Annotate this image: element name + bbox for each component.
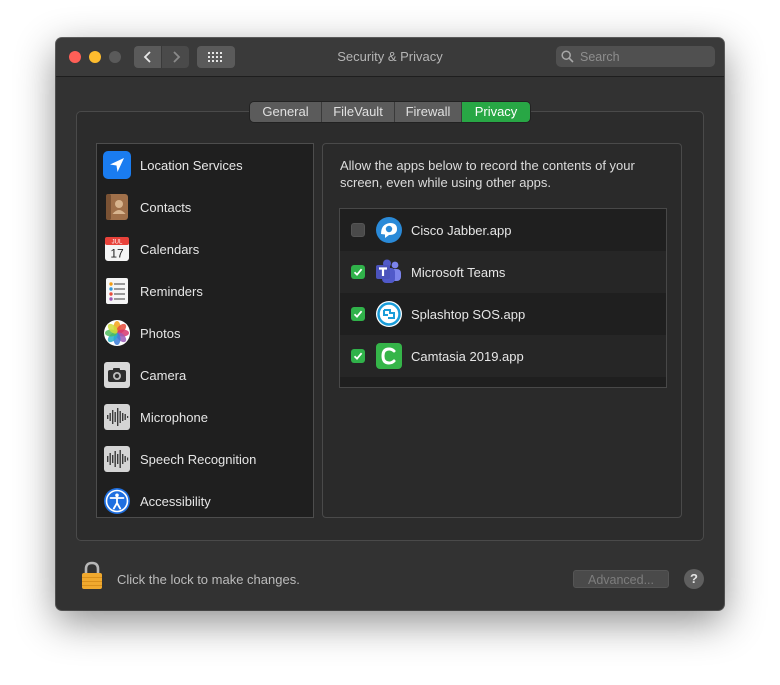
sidebar-item-label: Accessibility (140, 493, 211, 509)
sidebar-item-label: Calendars (140, 241, 200, 257)
app-name: Splashtop SOS.app (411, 306, 526, 322)
camera-icon (103, 361, 131, 389)
app-icon-partial (374, 383, 404, 387)
lock-icon (82, 561, 102, 589)
screen-recording-panel: Allow the apps below to record the conte… (322, 143, 682, 518)
lock-instructions: Click the lock to make changes. (117, 572, 300, 587)
privacy-categories-list: Location Services Contacts JUL 17 Calend… (96, 143, 314, 518)
app-name: Camtasia 2019.app (411, 348, 524, 364)
microsoft-teams-icon (374, 257, 404, 287)
sidebar-item-reminders[interactable]: Reminders (97, 270, 313, 312)
location-arrow-icon (103, 151, 131, 179)
cisco-jabber-icon (374, 215, 404, 245)
calendar-icon: JUL 17 (103, 235, 131, 263)
app-checkbox[interactable] (351, 307, 365, 321)
accessibility-icon (103, 487, 131, 515)
permission-description: Allow the apps below to record the conte… (340, 158, 635, 190)
app-name: Cisco Jabber.app (411, 222, 512, 238)
app-checkbox[interactable] (351, 349, 365, 363)
tab-general[interactable]: General (250, 102, 322, 122)
help-button[interactable]: ? (684, 569, 704, 589)
sidebar-item-photos[interactable]: Photos (97, 312, 313, 354)
microphone-waveform-icon (103, 403, 131, 431)
tab-filevault[interactable]: FileVault (322, 102, 395, 122)
contacts-book-icon (103, 193, 131, 221)
sidebar-item-label: Contacts (140, 199, 192, 215)
calendar-icon-month: JUL (112, 240, 123, 246)
app-row-partial (340, 377, 666, 387)
splashtop-icon (374, 299, 404, 329)
search-input[interactable] (578, 48, 712, 65)
reminders-list-icon (103, 277, 131, 305)
checkmark-icon (353, 310, 363, 319)
checkmark-icon (353, 268, 363, 277)
app-row-cisco-jabber: Cisco Jabber.app (340, 209, 666, 251)
sidebar-item-label: Speech Recognition (140, 451, 257, 467)
app-checkbox[interactable] (351, 223, 365, 237)
sidebar-item-microphone[interactable]: Microphone (97, 396, 313, 438)
app-row-microsoft-teams: Microsoft Teams (340, 251, 666, 293)
sidebar-item-camera[interactable]: Camera (97, 354, 313, 396)
app-name: Microsoft Teams (411, 264, 506, 280)
sidebar-item-label: Reminders (140, 283, 203, 299)
app-checkbox[interactable] (351, 265, 365, 279)
camtasia-icon (374, 341, 404, 371)
sidebar-item-contacts[interactable]: Contacts (97, 186, 313, 228)
tab-bar: General FileVault Firewall Privacy (250, 102, 530, 122)
app-list[interactable]: Cisco Jabber.app Microsoft Teams Splasht… (339, 208, 667, 388)
app-row-camtasia: Camtasia 2019.app (340, 335, 666, 377)
checkmark-icon (353, 352, 363, 361)
sidebar-item-calendars[interactable]: JUL 17 Calendars (97, 228, 313, 270)
tab-firewall[interactable]: Firewall (395, 102, 462, 122)
security-privacy-window: Security & Privacy General FileVault Fir… (56, 38, 724, 610)
sidebar-item-label: Microphone (140, 409, 208, 425)
photos-flower-icon (103, 319, 131, 347)
speech-waveform-icon (103, 445, 131, 473)
advanced-button[interactable]: Advanced... (573, 570, 669, 588)
calendar-icon-day: 17 (110, 247, 124, 261)
lock-button[interactable] (80, 560, 104, 590)
sidebar-item-accessibility[interactable]: Accessibility (97, 480, 313, 517)
app-row-splashtop-sos: Splashtop SOS.app (340, 293, 666, 335)
sidebar-item-label: Camera (140, 367, 187, 383)
sidebar-item-label: Location Services (140, 157, 243, 173)
sidebar-item-label: Photos (140, 325, 181, 341)
tab-privacy[interactable]: Privacy (462, 102, 530, 122)
search-field[interactable] (556, 46, 715, 67)
title-bar: Security & Privacy (56, 38, 724, 77)
sidebar-item-location-services[interactable]: Location Services (97, 144, 313, 186)
sidebar-item-speech-recognition[interactable]: Speech Recognition (97, 438, 313, 480)
search-icon (561, 50, 574, 63)
